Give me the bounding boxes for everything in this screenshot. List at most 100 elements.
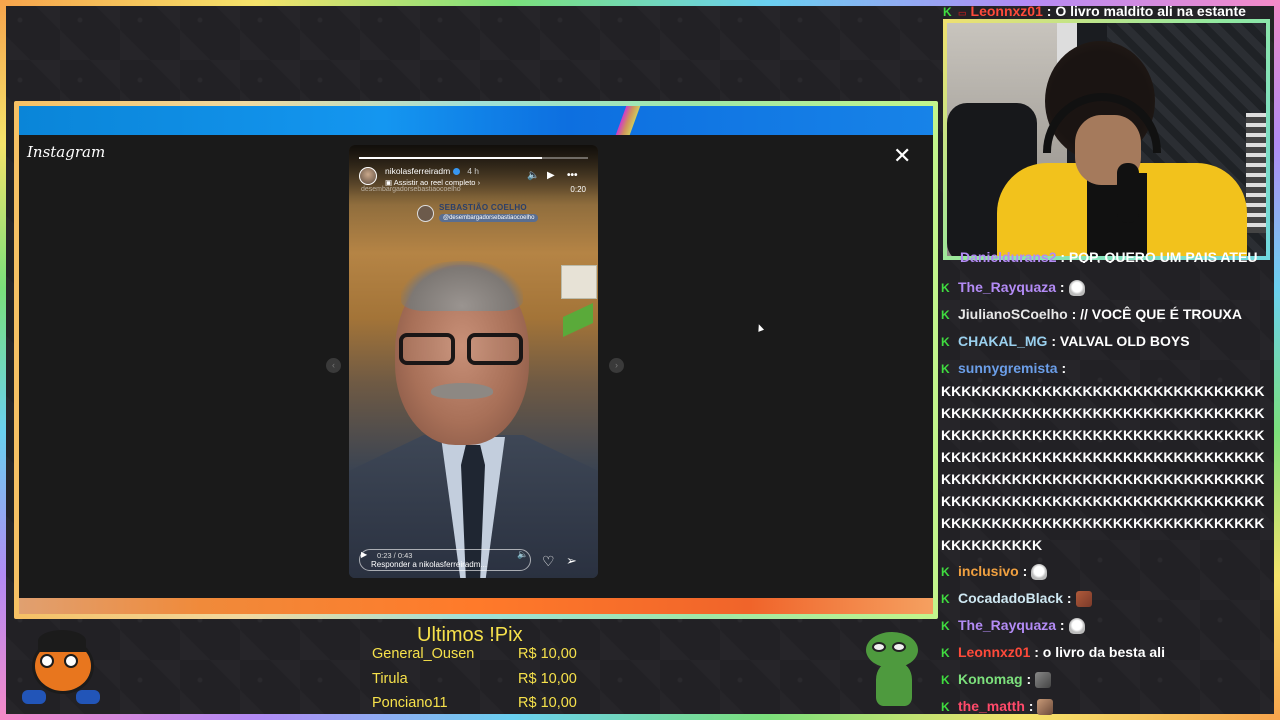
chat-message: Kthe_matth : (941, 693, 1273, 718)
chat-message: K The_Rayquaza : (941, 274, 1273, 301)
reply-placeholder: Responder a nikolasferreiradm... (371, 560, 488, 569)
moderator-badge-icon: K (941, 646, 950, 660)
chat-separator: : (1067, 306, 1077, 322)
moderator-badge-icon: K (941, 619, 950, 633)
chat-username[interactable]: JiulianoSCoelho (958, 306, 1068, 322)
chat-message: K The_Rayquaza : (941, 612, 1273, 639)
pix-donor: General_Ousen (372, 646, 475, 662)
moderator-badge-icon: K (941, 592, 950, 606)
chat-username[interactable]: Leonnxz01 (971, 3, 1043, 19)
story-card[interactable]: nikolasferreiradm 4 h ▣ Assistir ao reel … (349, 145, 598, 578)
chat-message: Ksunnygremista : KKKKKKKKKKKKKKKKKKKKKKKK… (941, 355, 1273, 558)
pix-row: General_Ousen R$ 10,00 (372, 646, 592, 671)
chat-text: // VOCÊ QUE É TROUXA (1076, 306, 1242, 322)
moderator-badge-icon: K (943, 5, 952, 19)
screen-capture: Instagram ✕ ‹ › nikolasferreiradm 4 h ▣ … (19, 106, 933, 614)
chat-text: : O livro maldito ali na estante (1042, 3, 1246, 19)
shelf (1246, 113, 1266, 233)
moderator-badge-icon: K (941, 335, 950, 349)
video-volume-icon[interactable]: 🔈 (517, 549, 528, 560)
chat-list: K The_Rayquaza : K JiulianoSCoelho : // VO… (941, 274, 1273, 718)
browser-top-bar (19, 106, 933, 135)
play-icon[interactable]: ▶ (547, 170, 555, 181)
chat-separator: : (1057, 360, 1067, 376)
moderator-badge-icon: K (941, 565, 950, 579)
instagram-logo[interactable]: Instagram (27, 143, 105, 161)
heart-icon[interactable]: ♡ (542, 553, 555, 570)
chat-separator: : (1018, 563, 1028, 579)
microphone (1117, 163, 1139, 223)
pix-row: Ponciano11 R$ 10,00 (372, 695, 592, 720)
pix-list: General_Ousen R$ 10,00 Tirula R$ 10,00 Pon… (372, 646, 592, 720)
previous-story-arrow-icon[interactable]: ‹ (326, 358, 341, 373)
pix-row: Tirula R$ 10,00 (372, 671, 592, 696)
chat-separator: : (1030, 644, 1039, 660)
mention-avatar (417, 205, 434, 222)
webcam-frame (943, 19, 1270, 260)
chat-message: K CocadadoBlack : (941, 585, 1273, 612)
wall-green-flag (563, 303, 593, 337)
video-play-icon[interactable]: ▶ (361, 550, 367, 559)
subscriber-badge-icon: ▭ (958, 8, 967, 18)
browser-bottom-bar (19, 598, 933, 614)
chat-separator: : (1063, 590, 1072, 606)
speaker-hair (401, 261, 523, 311)
mention-name: SEBASTIÃO COELHO (439, 203, 527, 212)
video-time: 0:23 / 0:43 (377, 551, 413, 560)
close-icon[interactable]: ✕ (893, 145, 911, 167)
chat-message: K CHAKAL_MG : VALVAL OLD BOYS (941, 328, 1273, 355)
chat-panel: K The_Rayquaza : K JiulianoSCoelho : // VO… (941, 248, 1273, 718)
pix-amount: R$ 10,00 (518, 695, 577, 711)
more-options-icon[interactable]: ••• (567, 170, 578, 181)
mascot-character (20, 626, 102, 710)
man-emote-icon (1037, 699, 1054, 716)
story-progress-bar (359, 157, 588, 159)
wall-sign (561, 265, 597, 299)
story-duration: 0:20 (570, 185, 586, 194)
avatar[interactable] (359, 167, 377, 185)
chat-message: K Leonnxz01 : o livro da besta ali (941, 639, 1273, 666)
chat-text: KKKKKKKKKKKKKKKKKKKKKKKKKKKKKKKKKKKKKKKK… (941, 383, 1265, 553)
chat-username[interactable]: Konomag (958, 671, 1023, 687)
next-story-arrow-icon[interactable]: › (609, 358, 624, 373)
moderator-badge-icon: K (941, 362, 950, 376)
chat-username[interactable]: The_Rayquaza (958, 279, 1056, 295)
glitch-overlay (615, 106, 641, 135)
chat-text: o livro da besta ali (1038, 644, 1165, 660)
moderator-badge-icon: K (941, 673, 950, 687)
pepe-frog-mascot (862, 628, 924, 710)
moderator-badge-icon: K (941, 308, 950, 322)
mention-tag[interactable]: SEBASTIÃO COELHO @desembargadorsebastiao… (417, 203, 539, 225)
chat-text: VALVAL OLD BOYS (1056, 333, 1190, 349)
chat-separator: : (1056, 617, 1065, 633)
cat-emote-icon (1035, 672, 1052, 689)
story-username-line[interactable]: nikolasferreiradm 4 h (385, 166, 479, 176)
story-username[interactable]: nikolasferreiradm (385, 166, 450, 176)
chat-username[interactable]: sunnygremista (958, 360, 1058, 376)
volume-icon[interactable]: 🔈 (527, 170, 539, 181)
chevron-right-icon: › (477, 178, 481, 187)
chat-username[interactable]: The_Rayquaza (958, 617, 1056, 633)
mention-handle: @desembargadorsebastiaocoelho (439, 214, 539, 222)
pix-amount: R$ 10,00 (518, 646, 577, 662)
chat-username[interactable]: the_matth (958, 698, 1025, 714)
chat-username[interactable]: CHAKAL_MG (958, 333, 1047, 349)
moderator-badge-icon: K (941, 700, 950, 714)
verified-badge-icon (453, 168, 461, 176)
send-icon[interactable]: ➢ (566, 553, 577, 569)
pix-amount: R$ 10,00 (518, 670, 577, 687)
pix-donor: Tirula (372, 670, 408, 687)
speaker-mustache (431, 383, 493, 399)
chat-message: Kinclusivo : (941, 558, 1273, 585)
chat-username[interactable]: CocadadoBlack (958, 590, 1063, 606)
story-handle-overlay: desembargadorsebastiaocoelho (361, 186, 461, 193)
chat-username[interactable]: inclusivo (958, 563, 1019, 579)
pix-title: Ultimos !Pix (417, 624, 523, 646)
ghost-emote-icon (1031, 564, 1048, 581)
chat-username[interactable]: Leonnxz01 (958, 644, 1030, 660)
instagram-story-viewer: Instagram ✕ ‹ › nikolasferreiradm 4 h ▣ … (19, 135, 933, 598)
chat-separator: : (1056, 279, 1065, 295)
rainbow-border-left (0, 0, 6, 720)
speaker-glasses (399, 333, 525, 367)
moderator-badge-icon: K (941, 281, 950, 295)
